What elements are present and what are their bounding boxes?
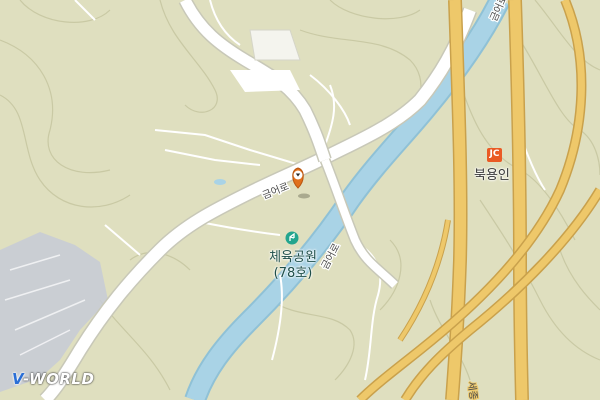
vworld-logo-text: -WORLD bbox=[23, 370, 95, 388]
vworld-logo: V-WORLD bbox=[12, 370, 94, 388]
map-canvas[interactable]: 금어로 금어로 금어로 세종 bbox=[0, 0, 600, 400]
junction-badge: JC bbox=[489, 149, 500, 159]
park-sub-label: (78호) bbox=[273, 266, 313, 281]
junction-name[interactable]: 북용인 bbox=[474, 164, 510, 183]
park-icon bbox=[285, 231, 299, 245]
vworld-logo-v: V bbox=[12, 370, 24, 388]
pond bbox=[214, 179, 226, 185]
